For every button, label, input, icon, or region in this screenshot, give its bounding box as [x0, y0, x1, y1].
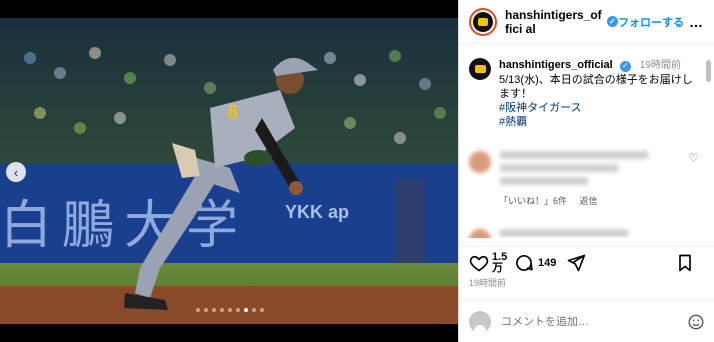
post-photo: 白鵬大学 YKK ap 8 — [0, 18, 458, 324]
caption-time: 19時間前 — [639, 60, 681, 71]
carousel-dot — [236, 308, 240, 312]
follow-button[interactable]: ✓ フォローする — [603, 14, 684, 30]
previous-image-button[interactable]: ‹ — [6, 162, 26, 182]
carousel-dot — [212, 308, 216, 312]
sponsor-text: YKK ap — [285, 202, 349, 222]
save-button[interactable] — [675, 253, 695, 273]
caption-text: 5/13(水)、本日の試合の様子をお届けします！ — [499, 74, 693, 100]
comment-item: ♡ — [469, 151, 699, 190]
like-count-unit: 万 — [492, 261, 503, 274]
posted-time: 19時間前 — [469, 278, 507, 288]
bookmark-icon — [679, 254, 691, 271]
heart-icon — [469, 255, 489, 271]
commenter-avatar[interactable] — [469, 151, 491, 173]
share-button[interactable] — [566, 253, 586, 273]
jersey-number: 8 — [228, 102, 238, 122]
comment-count: 149 — [538, 256, 557, 269]
carousel-dot — [260, 308, 264, 312]
caption: hanshintigers_official ✓ 19時間前 5/13(水)、本… — [469, 52, 695, 129]
follow-label: フォローする — [618, 16, 684, 29]
current-user-avatar — [469, 310, 491, 333]
comments-list: hanshintigers_official ✓ 19時間前 5/13(水)、本… — [459, 52, 705, 238]
reply-button[interactable]: 返信 — [580, 196, 598, 206]
verified-badge-icon: ✓ — [619, 60, 631, 72]
send-icon — [568, 254, 586, 271]
hashtag-link[interactable]: #熱覇 — [499, 115, 695, 129]
comment-like-icon[interactable]: ♡ — [688, 151, 699, 165]
account-avatar[interactable] — [469, 7, 497, 36]
carousel-dot-active — [244, 308, 248, 312]
comment-likes[interactable]: 「いいね！」6件 — [499, 196, 567, 206]
carousel-dot — [252, 308, 256, 312]
post-side-panel: hanshintigers_offici al ✓ フォローする … hansh… — [458, 0, 714, 342]
comment-item — [469, 229, 695, 238]
verified-badge-icon: ✓ — [607, 16, 618, 27]
comments-scrollbar[interactable] — [706, 60, 711, 82]
caption-avatar[interactable] — [469, 58, 491, 80]
carousel-dot — [220, 308, 224, 312]
comment-meta: 「いいね！」6件 返信 — [499, 194, 695, 207]
banner-text: 白鵬大学 — [0, 196, 248, 256]
commenter-avatar[interactable] — [469, 229, 491, 238]
carousel-dot — [228, 308, 232, 312]
carousel-dots — [196, 308, 264, 312]
emoji-icon[interactable] — [687, 313, 705, 331]
instagram-post: 白鵬大学 YKK ap 8 ‹ hanshintigers_offici al … — [0, 0, 714, 342]
hashtag-link[interactable]: #阪神タイガース — [499, 101, 695, 115]
header-username[interactable]: hanshintigers_offici al — [505, 8, 603, 36]
comment-composer — [459, 300, 714, 342]
comment-button[interactable]: 149 — [514, 253, 556, 273]
comment-icon — [516, 254, 533, 271]
carousel-dot — [196, 308, 200, 312]
comment-input[interactable] — [501, 315, 671, 328]
post-actions: 1.5 万 149 — [459, 246, 714, 278]
more-options-icon[interactable]: … — [689, 14, 704, 30]
carousel-dot — [204, 308, 208, 312]
like-button[interactable]: 1.5 万 — [469, 250, 508, 274]
post-header: hanshintigers_offici al ✓ フォローする … — [459, 0, 714, 44]
post-media: 白鵬大学 YKK ap 8 ‹ — [0, 0, 458, 342]
like-count: 1.5 — [492, 250, 508, 263]
caption-username[interactable]: hanshintigers_official — [499, 59, 613, 71]
